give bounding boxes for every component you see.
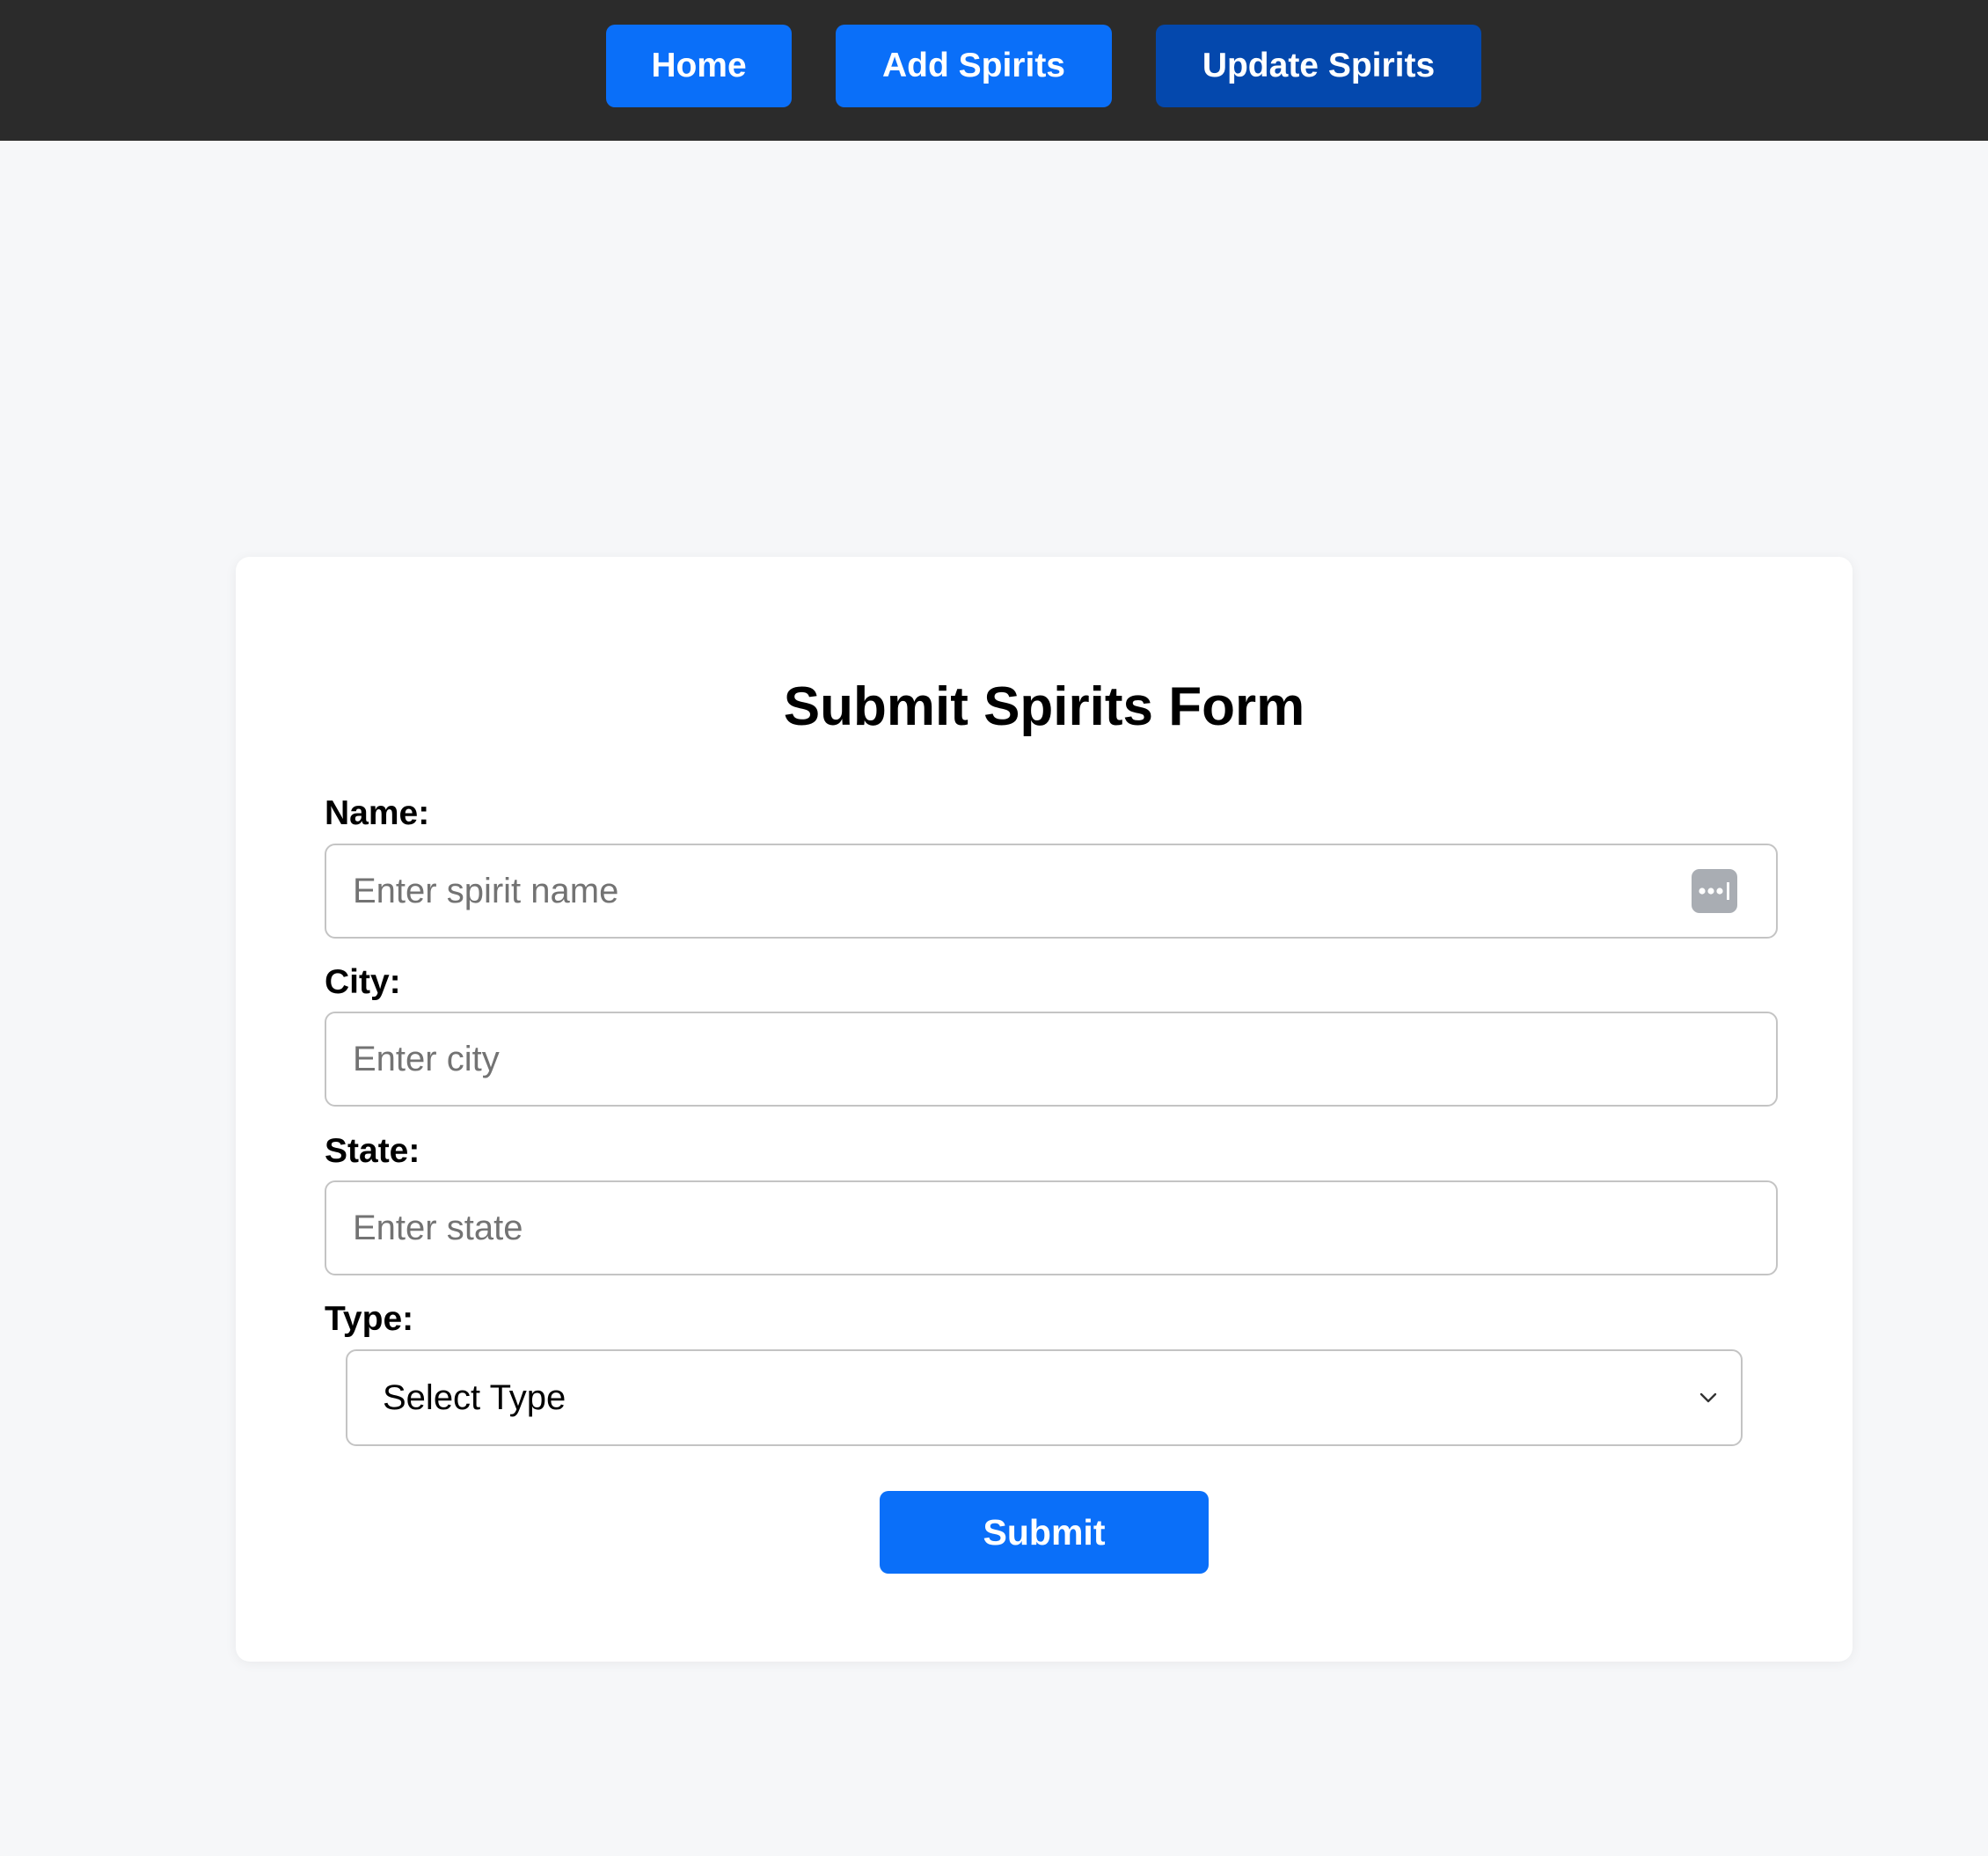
- form-title: Submit Spirits Form: [783, 676, 1305, 737]
- name-input[interactable]: [325, 844, 1778, 939]
- home-button[interactable]: Home: [606, 25, 792, 107]
- city-input[interactable]: [325, 1012, 1778, 1107]
- password-manager-icon[interactable]: [1692, 869, 1737, 913]
- state-label: State:: [325, 1132, 420, 1170]
- top-nav-bar: Home Add Spirits Update Spirits: [0, 0, 1988, 141]
- type-select[interactable]: Select Type: [346, 1349, 1743, 1446]
- city-label: City:: [325, 963, 401, 1001]
- type-label: Type:: [325, 1300, 414, 1338]
- type-select-value: Select Type: [383, 1377, 566, 1417]
- submit-button[interactable]: Submit: [880, 1491, 1209, 1574]
- chevron-down-icon: [1699, 1392, 1717, 1403]
- update-spirits-button[interactable]: Update Spirits: [1156, 25, 1481, 107]
- form-card: Submit Spirits Form Name: City: State: T…: [236, 557, 1853, 1662]
- state-input[interactable]: [325, 1180, 1778, 1275]
- name-label: Name:: [325, 794, 430, 832]
- add-spirits-button[interactable]: Add Spirits: [836, 25, 1112, 107]
